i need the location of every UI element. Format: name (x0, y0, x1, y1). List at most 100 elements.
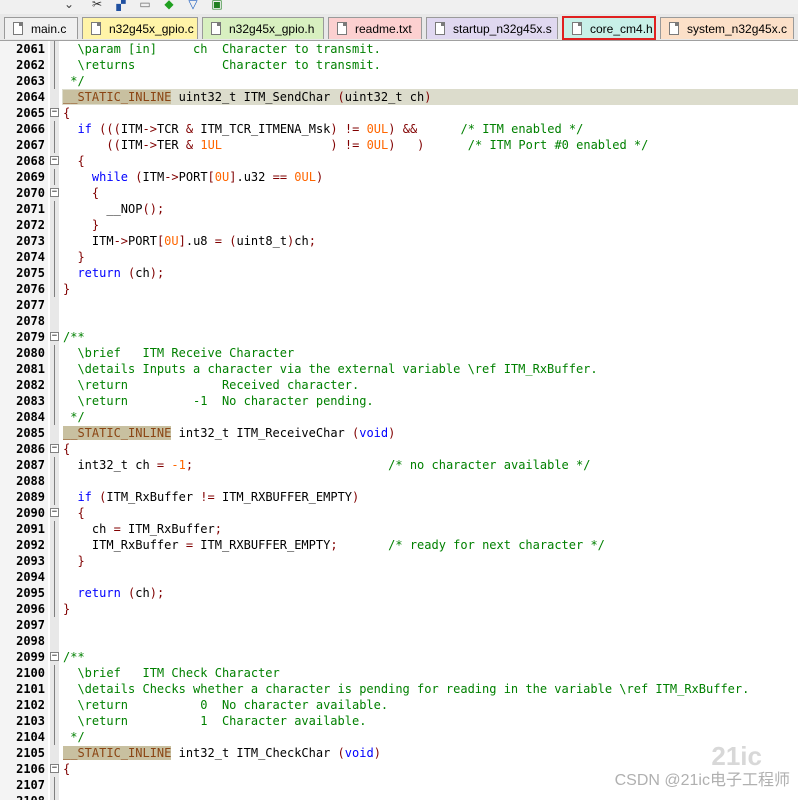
code-line[interactable]: 2065−{ (0, 105, 798, 121)
code-line[interactable]: 2075 return (ch); (0, 265, 798, 281)
code-line[interactable]: 2091 ch = ITM_RxBuffer; (0, 521, 798, 537)
fold-line (54, 681, 55, 697)
code-line[interactable]: 2064 __STATIC_INLINE uint32_t ITM_SendCha… (0, 89, 798, 105)
code-line[interactable]: 2073 ITM->PORT[0U].u8 = (uint8_t)ch; (0, 233, 798, 249)
tab-system-n32g45x-c[interactable]: system_n32g45x.c (660, 17, 794, 39)
code-line[interactable]: 2076} (0, 281, 798, 297)
line-number: 2062 (0, 57, 48, 73)
code-text: while (ITM->PORT[0U].u32 == 0UL) (91, 170, 324, 184)
filter-icon[interactable]: ▽ (186, 0, 200, 11)
tab-n32g45x-gpio-c[interactable]: n32g45x_gpio.c (82, 17, 198, 39)
code-line[interactable]: 2097 (0, 617, 798, 633)
code-line[interactable]: 2102 \return 0 No character available. (0, 697, 798, 713)
code-line[interactable]: 2086−{ (0, 441, 798, 457)
code-line[interactable]: 2082 \return Received character. (0, 377, 798, 393)
fold-gutter (50, 537, 59, 553)
code-line[interactable]: 2081 \details Inputs a character via the… (0, 361, 798, 377)
collapse-icon[interactable]: − (50, 332, 59, 341)
tab-label: readme.txt (355, 22, 412, 36)
code-line[interactable]: 2094 (0, 569, 798, 585)
line-number: 2096 (0, 601, 48, 617)
code-line[interactable]: 2061 \param [in] ch Character to transmi… (0, 41, 798, 57)
code-line[interactable]: 2068− { (0, 153, 798, 169)
line-number: 2079 (0, 329, 48, 345)
code-text: int32_t ch = -1; /* no character availab… (63, 458, 591, 472)
code-line[interactable]: 2074 } (0, 249, 798, 265)
diamond-icon[interactable]: ◆ (162, 0, 176, 11)
image-icon[interactable]: ▣ (210, 0, 224, 11)
code-line[interactable]: 2083 \return -1 No character pending. (0, 393, 798, 409)
fold-gutter: − (50, 153, 59, 169)
code-line[interactable]: 2078 (0, 313, 798, 329)
code-line[interactable]: 2069 while (ITM->PORT[0U].u32 == 0UL) (0, 169, 798, 185)
tab-startup-n32g45x-s[interactable]: startup_n32g45x.s (426, 17, 558, 39)
tab-readme-txt[interactable]: readme.txt (328, 17, 422, 39)
collapse-icon[interactable]: − (50, 108, 59, 117)
code-line[interactable]: 2088 (0, 473, 798, 489)
fold-gutter (50, 409, 59, 425)
code-line[interactable]: 2067 ((ITM->TER & 1UL ) != 0UL) ) /* ITM… (0, 137, 798, 153)
line-number: 2097 (0, 617, 48, 633)
code-line[interactable]: 2092 ITM_RxBuffer = ITM_RXBUFFER_EMPTY; … (0, 537, 798, 553)
code-line[interactable]: 2087 int32_t ch = -1; /* no character av… (0, 457, 798, 473)
code-text: __NOP(); (63, 202, 165, 216)
code-line[interactable]: 2062 \returns Character to transmit. (0, 57, 798, 73)
fold-gutter: − (50, 105, 59, 121)
code-line[interactable]: 2108 (0, 793, 798, 800)
line-number: 2071 (0, 201, 48, 217)
code-line[interactable]: 2105 __STATIC_INLINE int32_t ITM_CheckCha… (0, 745, 798, 761)
code-editor[interactable]: 2061 \param [in] ch Character to transmi… (0, 41, 798, 800)
code-line[interactable]: 2101 \details Checks whether a character… (0, 681, 798, 697)
fold-line (54, 665, 55, 681)
tab-core-cm4-h[interactable]: core_cm4.h (562, 16, 656, 40)
code-line[interactable]: 2070− { (0, 185, 798, 201)
fold-line (54, 57, 55, 73)
code-line[interactable]: 2072 } (0, 217, 798, 233)
fold-gutter (50, 665, 59, 681)
line-number: 2090 (0, 505, 48, 521)
code-line[interactable]: 2071 __NOP(); (0, 201, 798, 217)
code-line[interactable]: 2089 if (ITM_RxBuffer != ITM_RXBUFFER_EM… (0, 489, 798, 505)
tab-n32g45x-gpio-h[interactable]: n32g45x_gpio.h (202, 17, 324, 39)
fold-gutter (50, 217, 59, 233)
code-line[interactable]: 2066 if (((ITM->TCR & ITM_TCR_ITMENA_Msk… (0, 121, 798, 137)
code-line[interactable]: 2085 __STATIC_INLINE int32_t ITM_ReceiveC… (0, 425, 798, 441)
code-line[interactable]: 2099−/** (0, 649, 798, 665)
code-line[interactable]: 2103 \return 1 Character available. (0, 713, 798, 729)
dropdown-arrow-icon[interactable]: ⌄ (62, 0, 76, 11)
fold-line (54, 361, 55, 377)
tree-icon[interactable]: ▞ (114, 0, 128, 11)
code-line[interactable]: 2079−/** (0, 329, 798, 345)
scissors-icon[interactable]: ✂ (90, 0, 104, 11)
code-text: */ (63, 730, 85, 744)
line-number: 2082 (0, 377, 48, 393)
fold-gutter (50, 473, 59, 489)
tab-main-c[interactable]: main.c (4, 17, 78, 39)
code-line[interactable]: 2077 (0, 297, 798, 313)
code-line[interactable]: 2095 return (ch); (0, 585, 798, 601)
code-line[interactable]: 2104 */ (0, 729, 798, 745)
code-line[interactable]: 2084 */ (0, 409, 798, 425)
code-line[interactable]: 2080 \brief ITM Receive Character (0, 345, 798, 361)
fold-gutter: − (50, 329, 59, 345)
collapse-icon[interactable]: − (50, 652, 59, 661)
code-line[interactable]: 2098 (0, 633, 798, 649)
fold-gutter (50, 585, 59, 601)
collapse-icon[interactable]: − (50, 764, 59, 773)
code-line[interactable]: 2063 */ (0, 73, 798, 89)
code-text: } (63, 602, 71, 616)
collapse-icon[interactable]: − (50, 188, 59, 197)
code-line[interactable]: 2096} (0, 601, 798, 617)
code-text: if (((ITM->TCR & ITM_TCR_ITMENA_Msk) != … (77, 122, 584, 136)
collapse-icon[interactable]: − (50, 444, 59, 453)
fold-line (54, 233, 55, 249)
code-line[interactable]: 2100 \brief ITM Check Character (0, 665, 798, 681)
code-line[interactable]: 2090− { (0, 505, 798, 521)
fold-gutter (50, 425, 59, 441)
collapse-icon[interactable]: − (50, 156, 59, 165)
code-line[interactable]: 2093 } (0, 553, 798, 569)
fold-line (54, 569, 55, 585)
collapse-icon[interactable]: − (50, 508, 59, 517)
window-icon[interactable]: ▭ (138, 0, 152, 11)
